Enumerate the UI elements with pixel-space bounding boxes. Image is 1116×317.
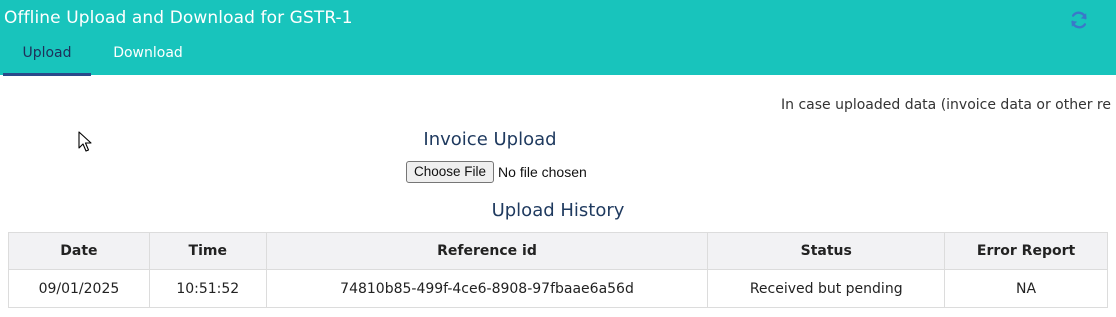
cell-status: Received but pending bbox=[707, 269, 946, 308]
table-row: 09/01/2025 10:51:52 74810b85-499f-4ce6-8… bbox=[8, 269, 1108, 308]
choose-file-button[interactable]: Choose File bbox=[406, 161, 495, 183]
upload-history-table: Date Time Reference id Status Error Repo… bbox=[8, 232, 1108, 308]
tab-upload[interactable]: Upload bbox=[3, 36, 91, 76]
no-file-text: No file chosen bbox=[498, 164, 587, 180]
cell-error-report: NA bbox=[944, 269, 1108, 308]
upload-notice: In case uploaded data (invoice data or o… bbox=[781, 97, 1111, 113]
column-header-error-report: Error Report bbox=[944, 232, 1108, 270]
cell-time: 10:51:52 bbox=[148, 269, 267, 308]
tab-download[interactable]: Download bbox=[100, 36, 196, 75]
column-header-time: Time bbox=[148, 232, 267, 270]
mouse-pointer-icon bbox=[78, 131, 92, 152]
file-input[interactable]: Choose File No file chosen bbox=[406, 161, 587, 183]
page-header: Offline Upload and Download for GSTR-1 U… bbox=[0, 0, 1116, 76]
invoice-upload-title: Invoice Upload bbox=[423, 129, 557, 150]
column-header-reference-id: Reference id bbox=[265, 232, 709, 270]
cell-reference-id: 74810b85-499f-4ce6-8908-97fbaae6a56d bbox=[265, 269, 709, 308]
upload-history-title: Upload History bbox=[491, 200, 625, 221]
table-header-row: Date Time Reference id Status Error Repo… bbox=[8, 232, 1108, 270]
page-title: Offline Upload and Download for GSTR-1 bbox=[4, 8, 353, 28]
cell-date: 09/01/2025 bbox=[8, 269, 150, 308]
column-header-date: Date bbox=[8, 232, 150, 270]
refresh-icon[interactable] bbox=[1068, 9, 1090, 31]
column-header-status: Status bbox=[707, 232, 946, 270]
tab-bar: Upload Download bbox=[0, 36, 400, 76]
